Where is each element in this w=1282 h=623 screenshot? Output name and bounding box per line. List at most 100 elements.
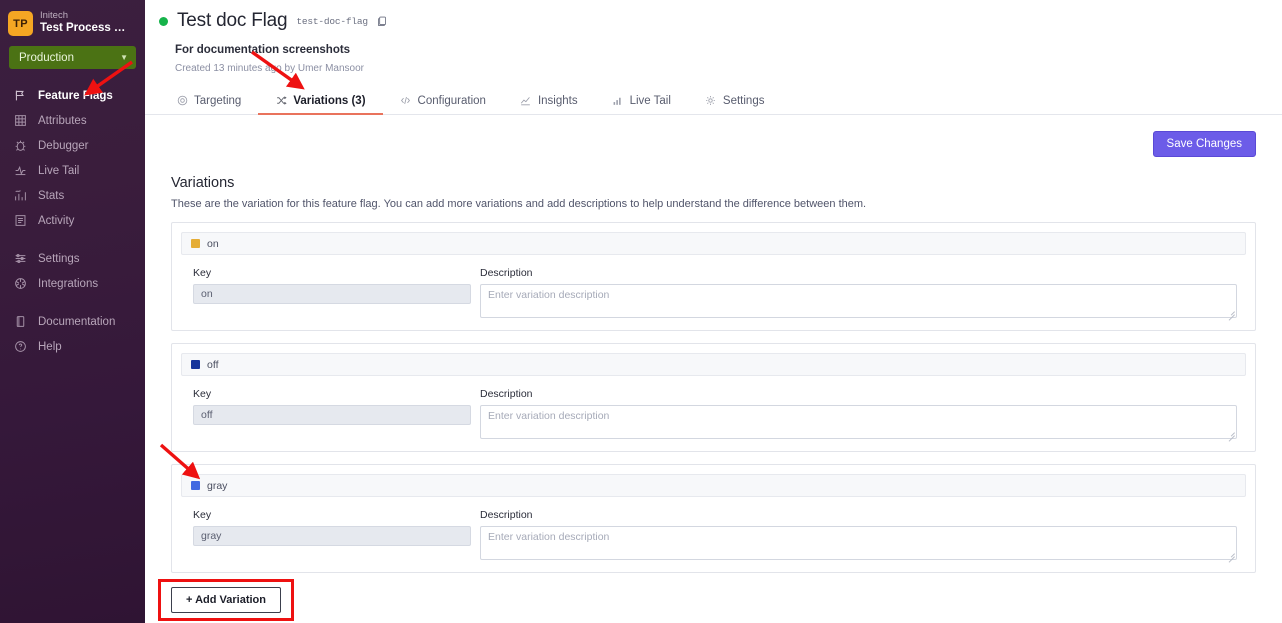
flag-description: For documentation screenshots bbox=[175, 44, 351, 56]
sidebar-item-integrations[interactable]: Integrations bbox=[0, 271, 145, 296]
sidebar-item-label: Integrations bbox=[38, 277, 99, 290]
variation-body: Key Description bbox=[181, 255, 1246, 321]
variation-header[interactable]: on bbox=[181, 232, 1246, 255]
sidebar-item-live-tail[interactable]: Live Tail bbox=[0, 158, 145, 183]
variation-key-input[interactable] bbox=[193, 284, 471, 304]
gear-icon bbox=[705, 95, 717, 107]
flag-icon bbox=[14, 89, 27, 102]
key-label: Key bbox=[193, 388, 212, 400]
tab-variations[interactable]: Variations (3) bbox=[258, 88, 383, 115]
variations-content: Save Changes Variations These are the va… bbox=[145, 115, 1282, 621]
variation-name: gray bbox=[207, 479, 228, 492]
code-icon bbox=[400, 95, 412, 107]
variation-card: on Key Description bbox=[171, 222, 1256, 331]
tab-live-tail[interactable]: Live Tail bbox=[595, 88, 688, 115]
tab-label: Live Tail bbox=[629, 94, 671, 107]
save-row: Save Changes bbox=[171, 115, 1256, 157]
save-button[interactable]: Save Changes bbox=[1152, 131, 1256, 157]
description-field-group: Description bbox=[471, 509, 1246, 563]
variation-description-input[interactable] bbox=[480, 284, 1237, 318]
target-icon bbox=[176, 95, 188, 107]
list-icon bbox=[14, 214, 27, 227]
key-label: Key bbox=[193, 509, 212, 521]
add-variation-button[interactable]: + Add Variation bbox=[171, 587, 281, 613]
flag-header: Test doc Flag test-doc-flag For document… bbox=[145, 0, 1282, 74]
sidebar: TP Initech Test Process … Production ▼ F… bbox=[0, 0, 145, 623]
key-field-group: Key bbox=[193, 388, 471, 439]
variation-card: off Key Description bbox=[171, 343, 1256, 452]
puzzle-icon bbox=[14, 277, 27, 290]
org-switcher[interactable]: TP Initech Test Process … bbox=[0, 6, 145, 40]
key-label: Key bbox=[193, 267, 212, 279]
variation-color-swatch[interactable] bbox=[191, 481, 200, 490]
sidebar-item-label: Feature Flags bbox=[38, 89, 113, 102]
shuffle-icon bbox=[275, 95, 287, 107]
description-wrapper bbox=[480, 405, 1237, 442]
question-circle-icon bbox=[14, 340, 27, 353]
flag-key: test-doc-flag bbox=[296, 15, 368, 27]
tab-bar: Targeting Variations (3) Configuration I… bbox=[145, 87, 1282, 115]
sliders-icon bbox=[14, 252, 27, 265]
sidebar-item-label: Debugger bbox=[38, 139, 89, 152]
nav-divider bbox=[0, 296, 145, 309]
key-field-group: Key bbox=[193, 267, 471, 318]
key-field-group: Key bbox=[193, 509, 471, 560]
chevron-down-icon: ▼ bbox=[120, 53, 128, 62]
org-logo: TP bbox=[8, 11, 33, 36]
variation-key-input[interactable] bbox=[193, 405, 471, 425]
bar-chart-icon bbox=[14, 189, 27, 202]
flag-meta: Created 13 minutes ago by Umer Mansoor bbox=[175, 63, 364, 74]
tab-label: Variations (3) bbox=[293, 94, 366, 107]
variation-name: off bbox=[207, 358, 219, 371]
org-name: Initech bbox=[40, 10, 68, 22]
org-text: Initech Test Process … bbox=[40, 10, 126, 35]
sidebar-item-label: Help bbox=[38, 340, 62, 353]
description-label: Description bbox=[480, 509, 533, 521]
main-panel: Test doc Flag test-doc-flag For document… bbox=[145, 0, 1282, 623]
tab-label: Configuration bbox=[417, 94, 486, 107]
sidebar-item-documentation[interactable]: Documentation bbox=[0, 309, 145, 334]
sidebar-item-label: Settings bbox=[38, 252, 80, 265]
tab-configuration[interactable]: Configuration bbox=[383, 88, 503, 115]
variation-body: Key Description bbox=[181, 497, 1246, 563]
section-subtitle: These are the variation for this feature… bbox=[171, 198, 867, 210]
project-name: Test Process … bbox=[40, 22, 126, 35]
sidebar-item-label: Live Tail bbox=[38, 164, 80, 177]
line-chart-icon bbox=[520, 95, 532, 107]
description-field-group: Description bbox=[471, 267, 1246, 321]
description-field-group: Description bbox=[471, 388, 1246, 442]
variation-color-swatch[interactable] bbox=[191, 360, 200, 369]
app-root: TP Initech Test Process … Production ▼ F… bbox=[0, 0, 1282, 623]
tab-label: Settings bbox=[722, 94, 765, 107]
variation-body: Key Description bbox=[181, 376, 1246, 442]
tab-insights[interactable]: Insights bbox=[503, 88, 595, 115]
sidebar-item-stats[interactable]: Stats bbox=[0, 183, 145, 208]
sidebar-item-label: Activity bbox=[38, 214, 75, 227]
tab-targeting[interactable]: Targeting bbox=[159, 88, 258, 115]
variation-key-input[interactable] bbox=[193, 526, 471, 546]
variation-description-input[interactable] bbox=[480, 526, 1237, 560]
tab-label: Insights bbox=[537, 94, 578, 107]
variation-header[interactable]: gray bbox=[181, 474, 1246, 497]
sidebar-nav: Feature Flags Attributes Debugger Live T… bbox=[0, 83, 145, 359]
variation-name: on bbox=[207, 237, 219, 250]
variation-header[interactable]: off bbox=[181, 353, 1246, 376]
sidebar-item-label: Attributes bbox=[38, 114, 87, 127]
sidebar-item-settings[interactable]: Settings bbox=[0, 246, 145, 271]
variation-card: gray Key Description bbox=[171, 464, 1256, 573]
sidebar-item-debugger[interactable]: Debugger bbox=[0, 133, 145, 158]
copy-icon[interactable] bbox=[377, 16, 387, 27]
variation-description-input[interactable] bbox=[480, 405, 1237, 439]
description-label: Description bbox=[480, 388, 533, 400]
sidebar-item-attributes[interactable]: Attributes bbox=[0, 108, 145, 133]
sidebar-item-help[interactable]: Help bbox=[0, 334, 145, 359]
sidebar-item-activity[interactable]: Activity bbox=[0, 208, 145, 233]
tab-settings[interactable]: Settings bbox=[688, 88, 782, 115]
sidebar-item-feature-flags[interactable]: Feature Flags bbox=[0, 83, 145, 108]
signal-icon bbox=[612, 95, 624, 107]
flag-title-row: Test doc Flag test-doc-flag bbox=[159, 10, 1282, 32]
variation-color-swatch[interactable] bbox=[191, 239, 200, 248]
page-title: Test doc Flag bbox=[177, 10, 288, 31]
environment-selector[interactable]: Production ▼ bbox=[9, 46, 136, 69]
pulse-icon bbox=[14, 164, 27, 177]
